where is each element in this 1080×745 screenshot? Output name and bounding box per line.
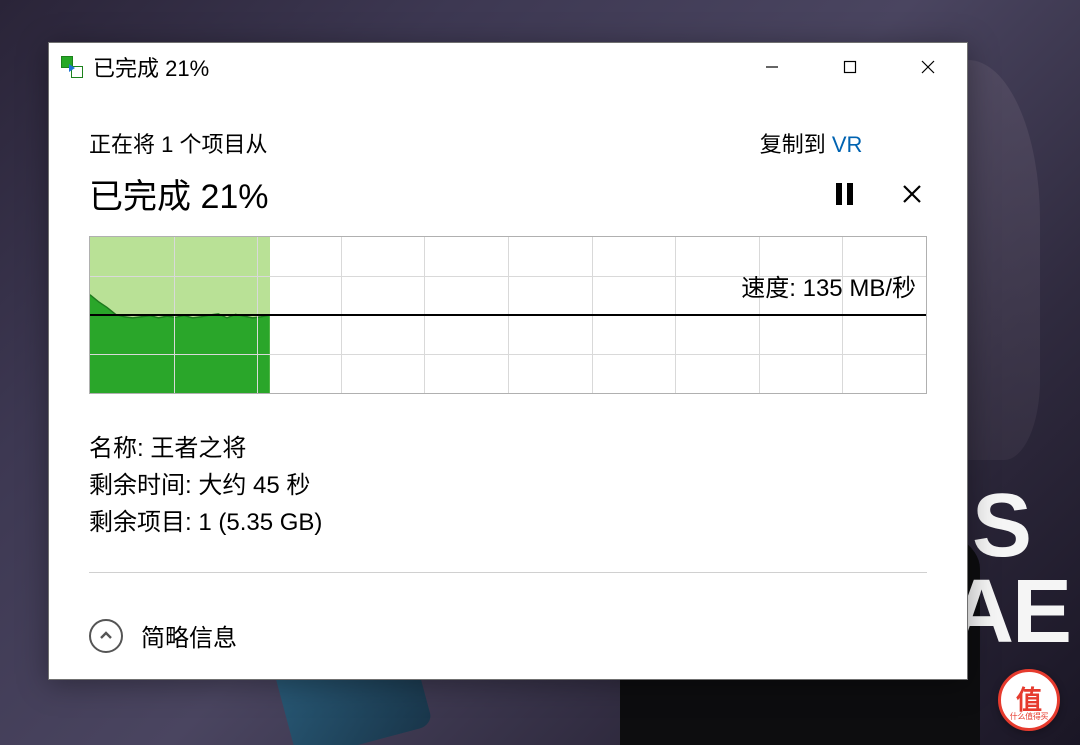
copy-to-text: 复制到	[760, 132, 832, 157]
speed-midline	[90, 314, 926, 316]
copy-prefix: 正在将 1 个项目从	[89, 132, 267, 157]
close-window-button[interactable]	[889, 44, 967, 90]
transfer-details: 名称王者之将 剩余时间大约 45 秒 剩余项目1 (5.35 GB)	[89, 430, 927, 542]
smzdm-watermark: 值 什么值得买	[998, 669, 1060, 731]
time-remaining-label: 剩余时间	[89, 472, 198, 499]
items-remaining-label: 剩余项目	[89, 509, 198, 536]
window-title: 已完成 21%	[93, 51, 209, 83]
title-bar[interactable]: 已完成 21%	[49, 43, 967, 91]
progress-heading: 已完成 21%	[89, 169, 269, 218]
items-remaining-value: 1 (5.35 GB)	[198, 509, 322, 536]
name-label: 名称	[89, 435, 150, 462]
watermark-main: 值	[1016, 687, 1042, 713]
name-value: 王者之将	[150, 435, 246, 462]
details-toggle-label: 简略信息	[141, 618, 237, 653]
close-icon	[902, 184, 922, 204]
maximize-button[interactable]	[811, 44, 889, 90]
copy-destination-link[interactable]: VR	[832, 132, 863, 157]
separator	[89, 572, 927, 573]
details-toggle[interactable]: 简略信息	[49, 598, 967, 679]
copy-description: 正在将 1 个项目从 复制到 VR	[89, 127, 927, 159]
cancel-button[interactable]	[897, 179, 927, 209]
time-remaining-value: 大约 45 秒	[198, 472, 310, 499]
watermark-sub: 什么值得买	[1010, 711, 1049, 722]
speed-chart: 速度: 135 MB/秒	[89, 236, 927, 394]
copy-dialog: 已完成 21% 正在将 1 个项目从 复制到 VR 已完成 21%	[48, 42, 968, 680]
minimize-button[interactable]	[733, 44, 811, 90]
copy-app-icon	[61, 56, 83, 78]
chevron-up-icon	[89, 619, 123, 653]
pause-button[interactable]	[829, 179, 859, 209]
speed-label: 速度: 135 MB/秒	[741, 268, 916, 303]
pause-icon	[836, 183, 853, 205]
